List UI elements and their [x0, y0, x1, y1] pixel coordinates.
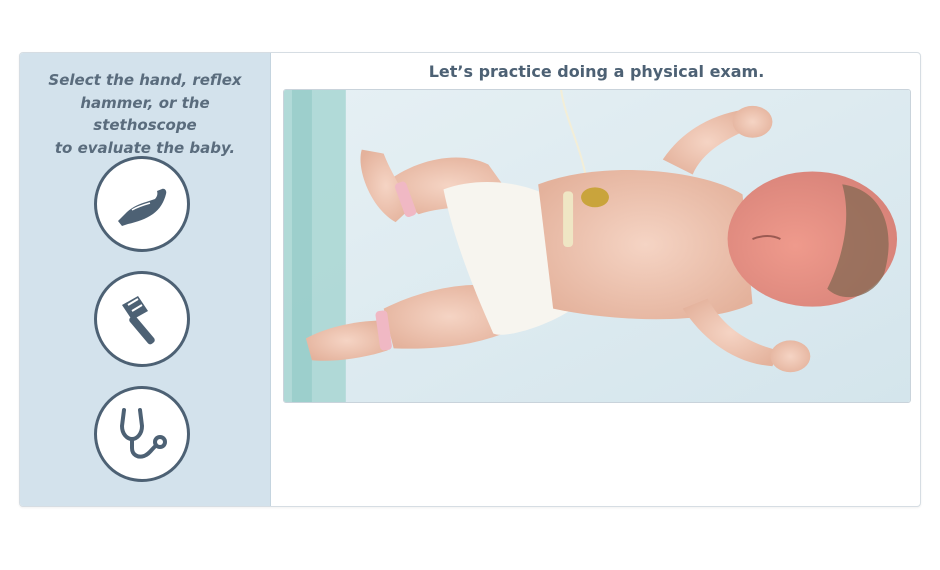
hand-tool-button[interactable] [94, 156, 190, 252]
hand-icon [118, 188, 167, 226]
instructions-text: Select the hand, reflex hammer, or the s… [48, 71, 242, 157]
exam-title: Let’s practice doing a physical exam. [428, 62, 765, 81]
reflex-hammer-tool-button[interactable] [94, 271, 190, 367]
tool-sidebar: Select the hand, reflex hammer, or the s… [20, 53, 271, 506]
exam-card: Select the hand, reflex hammer, or the s… [19, 52, 921, 507]
stethoscope-tool-button[interactable] [94, 386, 190, 482]
reflex-hammer-icon [122, 296, 155, 345]
baby-photo [283, 89, 911, 403]
stethoscope-icon [119, 408, 167, 459]
